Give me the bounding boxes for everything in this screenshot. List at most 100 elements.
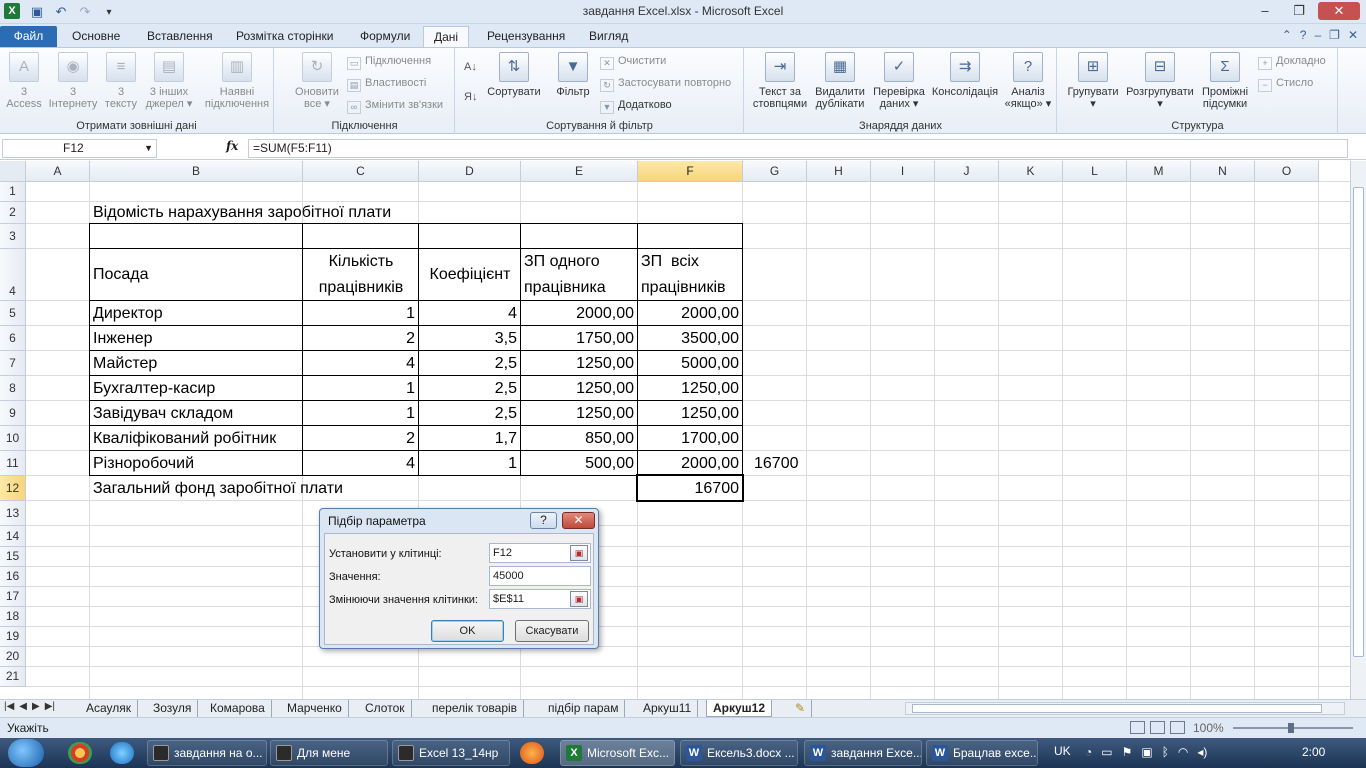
zoom-level[interactable]: 100%	[1193, 721, 1224, 735]
zoom-knob[interactable]	[1288, 723, 1294, 733]
language-indicator[interactable]: UK	[1054, 744, 1071, 758]
column-header-k[interactable]: K	[999, 161, 1063, 182]
row-header-3[interactable]: 3	[0, 224, 26, 249]
cancel-button[interactable]: Скасувати	[515, 620, 589, 642]
from-access-button[interactable]: A 3 Access	[2, 52, 46, 110]
sheet-tab[interactable]: підбір парам	[542, 700, 626, 717]
flag-icon[interactable]: ⚑	[1122, 745, 1133, 759]
tab-view[interactable]: Вигляд	[579, 26, 638, 47]
tab-formulas[interactable]: Формули	[350, 26, 420, 47]
sheet-tab[interactable]: Зозуля	[147, 700, 199, 717]
row-header-7[interactable]: 7	[0, 351, 26, 376]
tab-data[interactable]: Дані	[423, 26, 470, 47]
row-header-18[interactable]: 18	[0, 607, 26, 627]
taskbar-button[interactable]: W Ексель3.docx ...	[680, 740, 798, 766]
column-header-d[interactable]: D	[419, 161, 521, 182]
formula-input[interactable]: =SUM(F5:F11)	[248, 139, 1348, 158]
connections-button[interactable]: ▭ Підключення	[347, 54, 431, 70]
group-button[interactable]: ⊞ Групувати ▾	[1062, 52, 1124, 110]
first-sheet-icon[interactable]: |◀	[4, 701, 14, 712]
row-header-8[interactable]: 8	[0, 376, 26, 401]
taskbar-button[interactable]: Для мене	[270, 740, 388, 766]
taskbar-button[interactable]: X Microsoft Exc...	[560, 740, 675, 766]
name-box[interactable]: F12 ▼	[2, 139, 157, 158]
column-header-b[interactable]: B	[90, 161, 303, 182]
tab-insert[interactable]: Вставлення	[137, 26, 223, 47]
sort-button[interactable]: ⇅ Сортувати	[484, 52, 544, 98]
next-sheet-icon[interactable]: ▶	[32, 701, 40, 712]
screen-icon[interactable]: ▣	[1141, 745, 1152, 759]
select-all-corner[interactable]	[0, 161, 26, 182]
column-header-h[interactable]: H	[807, 161, 871, 182]
workbook-minimize-icon[interactable]: –	[1314, 28, 1321, 42]
from-other-sources-button[interactable]: ▤ 3 інших джерел ▾	[142, 52, 196, 110]
prev-sheet-icon[interactable]: ◀	[19, 701, 27, 712]
to-value-input[interactable]: 45000	[489, 566, 591, 586]
column-header-n[interactable]: N	[1191, 161, 1255, 182]
what-if-analysis-button[interactable]: ? Аналіз «якщо» ▾	[1001, 52, 1055, 110]
workbook-restore-icon[interactable]: ❐	[1329, 28, 1340, 42]
remove-duplicates-button[interactable]: ▦ Видалити дублікати	[811, 52, 869, 110]
column-header-l[interactable]: L	[1063, 161, 1127, 182]
existing-connections-button[interactable]: ▥ Наявні підключення	[202, 52, 272, 110]
taskbar-button[interactable]: завдання на о...	[147, 740, 267, 766]
minimize-ribbon-icon[interactable]: ⌃	[1282, 28, 1292, 42]
volume-icon[interactable]: ◂)	[1197, 745, 1207, 759]
column-header-f[interactable]: F	[638, 161, 743, 182]
zoom-slider[interactable]	[1233, 723, 1353, 733]
page-layout-view-icon[interactable]	[1150, 721, 1165, 734]
row-header-14[interactable]: 14	[0, 526, 26, 547]
sheet-tab[interactable]: Аркуш12	[706, 700, 773, 717]
subtotal-button[interactable]: Σ Проміжні підсумки	[1196, 52, 1254, 110]
text-to-columns-button[interactable]: ⇥ Текст за стовпцями	[749, 52, 811, 110]
row-header-10[interactable]: 10	[0, 426, 26, 451]
column-header-g[interactable]: G	[743, 161, 807, 182]
column-header-m[interactable]: M	[1127, 161, 1191, 182]
row-header-4[interactable]: 4	[0, 249, 26, 301]
normal-view-icon[interactable]	[1130, 721, 1145, 734]
clock[interactable]: 2:00	[1302, 745, 1325, 759]
column-header-a[interactable]: A	[26, 161, 90, 182]
close-icon[interactable]: ✕	[1318, 2, 1360, 20]
bluetooth-icon[interactable]: ᛒ	[1162, 745, 1169, 759]
horizontal-scrollbar[interactable]	[905, 702, 1345, 715]
vertical-scrollbar[interactable]	[1350, 161, 1366, 699]
column-header-e[interactable]: E	[521, 161, 638, 182]
column-header-o[interactable]: O	[1255, 161, 1319, 182]
consolidate-button[interactable]: ⇉ Консолідація	[929, 52, 1001, 98]
chrome-icon[interactable]	[68, 742, 92, 764]
chevron-down-icon[interactable]: ▼	[144, 140, 153, 157]
column-header-i[interactable]: I	[871, 161, 935, 182]
sheet-tab[interactable]: Асауляк	[80, 700, 139, 717]
sort-za-button[interactable]: Я↓	[464, 90, 477, 104]
refresh-all-button[interactable]: ↻ Оновити все ▾	[283, 52, 351, 110]
tab-review[interactable]: Рецензування	[477, 26, 575, 47]
advanced-filter-button[interactable]: ▼ Додатково	[600, 98, 672, 114]
firefox-icon[interactable]	[520, 742, 544, 764]
taskbar-button[interactable]: Wзавдання Exce...	[804, 740, 922, 766]
row-header-17[interactable]: 17	[0, 587, 26, 607]
column-header-c[interactable]: C	[303, 161, 419, 182]
row-header-5[interactable]: 5	[0, 301, 26, 326]
sheet-tab[interactable]: Марченко	[281, 700, 349, 717]
taskbar-button[interactable]: W Брацлав exce...	[926, 740, 1038, 766]
edit-links-button[interactable]: ∞ Змінити зв'язки	[347, 98, 443, 114]
workbook-close-icon[interactable]: ✕	[1348, 28, 1358, 42]
filter-button[interactable]: ▼ Фільтр	[548, 52, 598, 98]
page-break-view-icon[interactable]	[1170, 721, 1185, 734]
row-header-20[interactable]: 20	[0, 647, 26, 667]
ok-button[interactable]: OK	[431, 620, 504, 642]
restore-icon[interactable]: ❐	[1284, 2, 1314, 20]
scrollbar-thumb[interactable]	[1353, 187, 1364, 657]
row-header-16[interactable]: 16	[0, 567, 26, 587]
sheet-tab[interactable]: Слоток	[359, 700, 412, 717]
internet-explorer-icon[interactable]	[110, 742, 134, 764]
tab-file[interactable]: Файл	[0, 26, 57, 47]
collapse-dialog-icon[interactable]: ▣	[570, 545, 588, 561]
help-button[interactable]: ?	[530, 512, 557, 529]
sort-az-button[interactable]: A↓	[464, 60, 477, 74]
row-header-11[interactable]: 11	[0, 451, 26, 476]
data-validation-button[interactable]: ✓ Перевірка даних ▾	[869, 52, 929, 110]
changing-cell-input[interactable]: $E$11 ▣	[489, 589, 591, 609]
tab-home[interactable]: Основне	[62, 26, 130, 47]
